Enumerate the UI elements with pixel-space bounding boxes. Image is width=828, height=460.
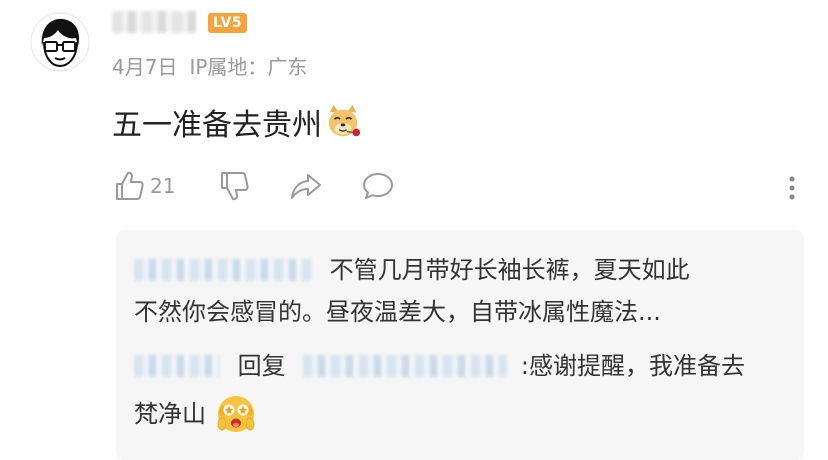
comment-meta: 4月7日 IP属地：广东 [112,51,319,80]
share-button[interactable] [289,169,323,203]
comment-icon [363,173,394,199]
reply-word: 回复 [237,352,286,380]
thumbs-up-icon [116,171,144,200]
replied-user-blurred[interactable] [303,355,508,377]
more-icon[interactable] [780,174,804,202]
excited-face-emoji [217,396,255,432]
reply-author-blurred[interactable] [134,259,312,281]
comment-actions: 21 [112,168,395,204]
reply-1-text-1: 不管几月带好长袖长裤，夏天如此 [329,256,690,284]
share-icon [291,174,322,199]
replies-panel: 不管几月带好长袖长裤，夏天如此 不然你会感冒的。昼夜温差大，自带冰属性魔法...… [116,230,804,460]
username-blurred[interactable] [112,11,196,33]
reply-comment-button[interactable] [361,169,395,203]
reply-1-line-2: 不然你会感冒的。昼夜温差大，自带冰属性魔法... [134,294,661,329]
comment-date: 4月7日 [112,55,178,79]
reply-1-text-2: 不然你会感冒的。昼夜温差大，自带冰属性魔法... [134,298,661,326]
dislike-button[interactable] [217,169,251,203]
doge-rose-emoji [328,104,361,137]
ip-location: IP属地：广东 [189,55,308,79]
reply-2-text-1: :感谢提醒，我准备去 [520,352,746,380]
reply-2-line-1[interactable]: 回复 :感谢提醒，我准备去 [134,348,745,383]
comment-body: 五一准备去贵州 [112,108,322,143]
reply-2-line-2: 梵净山 [134,392,258,436]
reply-author-blurred[interactable] [134,355,220,377]
level-badge: LV5 [208,13,248,33]
like-button[interactable]: 21 [112,169,175,203]
like-count: 21 [150,174,176,198]
avatar[interactable] [30,12,90,72]
comment-text: 五一准备去贵州 [112,100,362,144]
reply-1-line-1[interactable]: 不管几月带好长袖长裤，夏天如此 [134,252,690,287]
reply-2-text-2: 梵净山 [134,400,206,428]
thumbs-down-icon [221,172,250,201]
